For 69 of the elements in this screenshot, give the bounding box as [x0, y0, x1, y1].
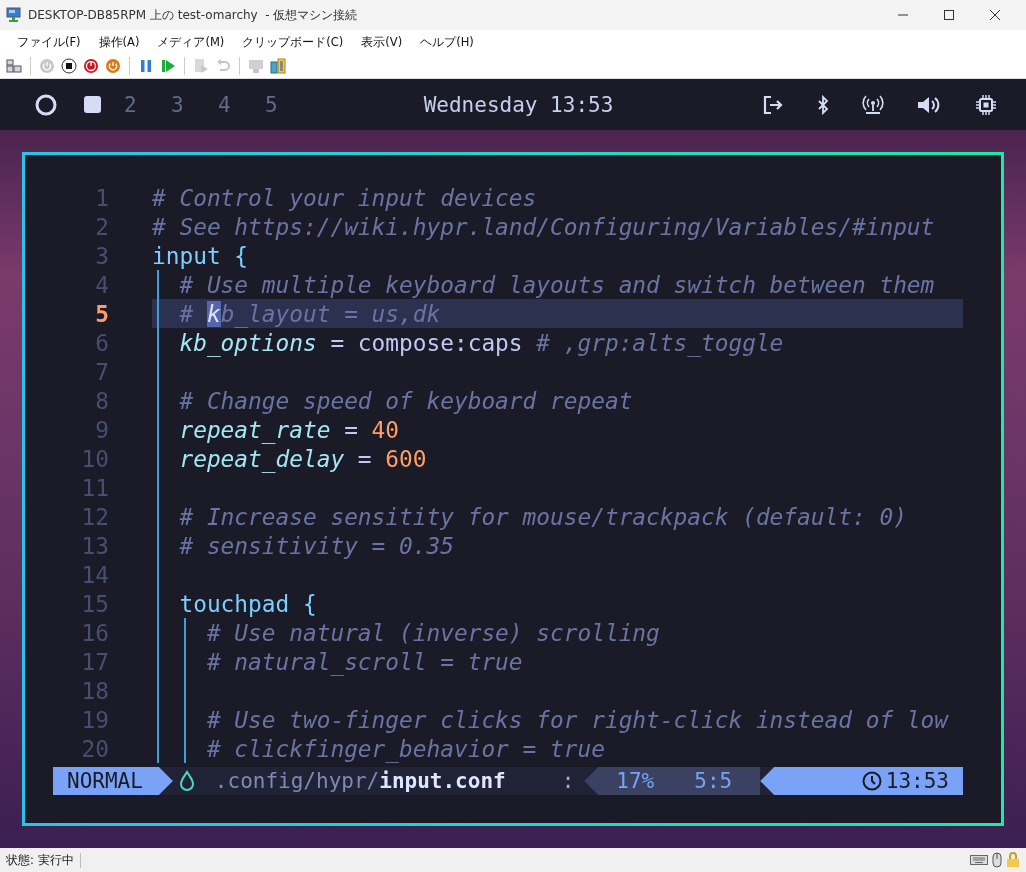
stop-icon[interactable] — [61, 58, 77, 74]
code-line: # sensitivity = 0.35 — [178, 532, 454, 559]
scroll-percent: 17% — [616, 769, 655, 793]
code-line: # Increase sensitity for mouse/trackpack (default: 0) — [178, 503, 907, 530]
code-line: input { — [152, 242, 249, 269]
line-number: 16 — [80, 619, 109, 646]
separator-text: : — [561, 769, 575, 793]
maximize-icon[interactable] — [944, 10, 954, 20]
status-time: 13:53 — [885, 769, 949, 793]
line-number: 6 — [94, 329, 109, 356]
code-line: # See https://wiki.hypr.land/Configuring/Variables/#input — [152, 213, 935, 240]
line-number: 20 — [80, 735, 109, 762]
code-line: # natural_scroll = true — [205, 648, 523, 675]
line-number: 10 — [80, 445, 109, 472]
monitor-icon — [6, 7, 22, 23]
line-number: 5 — [94, 300, 109, 327]
window-title: DESKTOP-DB85RPM 上の test-omarchy - 仮想マシン接続 — [28, 6, 359, 24]
line-number: 12 — [80, 503, 109, 530]
droplet-icon — [178, 770, 195, 792]
line-number: 19 — [80, 706, 109, 733]
clock: Wednesday 13:53 — [423, 92, 614, 117]
menu-item[interactable]: ヘルプ(H) — [411, 34, 483, 50]
menu-item[interactable]: クリップボード(C) — [233, 34, 353, 50]
code-line: # kb_layout = us,dk — [178, 300, 441, 327]
line-number: 18 — [80, 677, 109, 704]
line-number: 1 — [94, 184, 109, 211]
code-line: # Control your input devices — [152, 184, 537, 211]
line-number: 3 — [94, 242, 109, 269]
line-number: 13 — [80, 532, 109, 559]
antenna-icon[interactable] — [862, 94, 884, 115]
code-line: # Use natural (inverse) scrolling — [205, 619, 660, 646]
code-line: touchpad { — [178, 590, 317, 617]
start-icon[interactable] — [160, 58, 176, 74]
line-number: 14 — [80, 561, 109, 588]
line-number: 8 — [94, 387, 109, 414]
menu-item[interactable]: メディア(M) — [148, 34, 234, 50]
line-number: 2 — [94, 213, 109, 240]
bluetooth-icon[interactable] — [817, 94, 829, 115]
keyboard-icon — [970, 854, 988, 866]
code-line: repeat_delay = 600 — [178, 445, 427, 472]
menu-item[interactable]: 表示(V) — [352, 34, 412, 50]
line-number: 9 — [94, 416, 109, 443]
pause-icon[interactable] — [138, 58, 154, 74]
layout-icon[interactable] — [6, 58, 22, 74]
code-line: # Change speed of keyboard repeat — [178, 387, 633, 414]
logout-icon[interactable] — [762, 94, 784, 115]
line-number: 11 — [80, 474, 109, 501]
clock-icon — [861, 771, 882, 791]
menu-item[interactable]: ファイル(F) — [8, 34, 90, 50]
file-path: .config/hypr/input.conf — [214, 769, 506, 793]
line-number: 15 — [80, 590, 109, 617]
code-line: # Use two-finger clicks for right-click instead of low — [205, 706, 949, 733]
code-line: # Use multiple keyboard layouts and switch between them — [178, 271, 935, 298]
ring-icon[interactable] — [35, 93, 57, 116]
menu-item[interactable]: 操作(A) — [89, 34, 149, 50]
status-text: 状態: 実行中 — [6, 852, 81, 868]
lock-icon — [1006, 852, 1020, 868]
line-number: 7 — [94, 358, 109, 385]
code-line: # clickfinger_behavior = true — [205, 735, 605, 762]
code-line: repeat_rate = 40 — [178, 416, 400, 443]
close-icon[interactable] — [990, 10, 1000, 20]
line-number: 4 — [94, 271, 109, 298]
code-line: kb_options = compose:caps # ,grp:alts_toggle — [178, 329, 784, 356]
cursor-position: 5:5 — [694, 769, 733, 793]
chip-icon[interactable] — [976, 94, 996, 115]
mouse-icon — [992, 852, 1002, 868]
shutdown-icon[interactable] — [83, 58, 99, 74]
line-number: 17 — [80, 648, 109, 675]
mode-indicator: NORMAL — [53, 767, 173, 795]
